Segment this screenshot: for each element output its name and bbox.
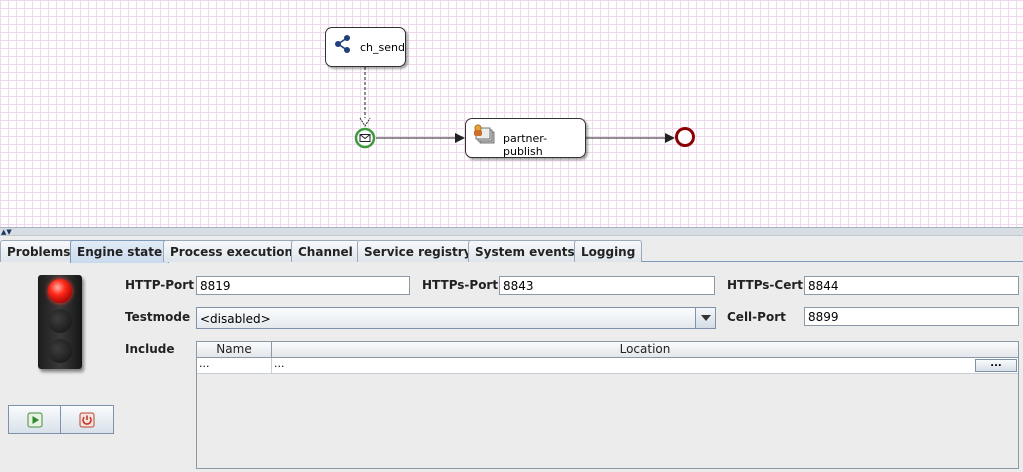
column-header-location[interactable]: Location <box>272 342 1018 358</box>
panel-splitter[interactable]: ▲▼ <box>0 227 1023 236</box>
name-cell[interactable]: ... <box>197 358 272 373</box>
https-port-field[interactable] <box>499 276 715 295</box>
table-header: Name Location <box>197 342 1018 358</box>
chevron-down-icon[interactable] <box>695 308 715 328</box>
column-header-name[interactable]: Name <box>197 342 272 358</box>
message-start-event-icon[interactable] <box>354 127 376 149</box>
table-row[interactable]: ... ... ... <box>197 358 1018 374</box>
engine-status-traffic-light <box>38 275 82 369</box>
red-lamp <box>48 279 72 303</box>
https-cert-label: HTTPs-Cert <box>727 278 803 292</box>
https-cert-field[interactable] <box>804 276 1019 295</box>
http-port-label: HTTP-Port <box>125 278 194 292</box>
tab-engine-state[interactable]: Engine state <box>70 240 170 263</box>
node-label: ch_send <box>360 41 405 54</box>
node-label: partner-publish <box>503 132 548 158</box>
tab-system-events[interactable]: System events <box>468 240 582 262</box>
location-cell[interactable]: ... <box>272 358 972 373</box>
tab-process-execution[interactable]: Process execution <box>163 240 300 262</box>
diagram-edges <box>359 67 675 143</box>
include-label: Include <box>125 342 175 356</box>
association-arrow <box>359 117 371 127</box>
start-engine-button[interactable] <box>8 405 61 434</box>
collapse-arrows-icon[interactable]: ▲▼ <box>1 228 12 236</box>
tab-logging[interactable]: Logging <box>574 240 643 262</box>
channel-send-node[interactable]: ch_send <box>325 27 406 67</box>
tab-bar: Problems Engine state Process execution … <box>0 238 1023 263</box>
https-port-label: HTTPs-Port <box>422 278 499 292</box>
service-task-icon <box>474 124 495 144</box>
tab-channel[interactable]: Channel <box>291 240 360 262</box>
cell-port-label: Cell-Port <box>727 310 786 324</box>
browse-button[interactable]: ... <box>975 359 1017 372</box>
tab-service-registry[interactable]: Service registry <box>357 240 479 262</box>
green-lamp <box>48 339 72 363</box>
engine-state-panel: HTTP-Port HTTPs-Port HTTPs-Cert Testmode… <box>0 263 1023 472</box>
end-event-icon[interactable] <box>674 126 696 148</box>
include-table[interactable]: Name Location ... ... ... <box>196 341 1019 469</box>
play-icon <box>27 412 42 427</box>
stop-engine-button[interactable] <box>61 405 114 434</box>
cell-port-field[interactable] <box>804 307 1019 326</box>
tab-problems[interactable]: Problems <box>0 240 78 262</box>
power-icon <box>79 412 95 427</box>
partner-publish-node[interactable]: partner-publish <box>465 118 586 158</box>
testmode-selected-value: <disabled> <box>200 312 271 326</box>
testmode-label: Testmode <box>125 310 191 324</box>
yellow-lamp <box>48 309 72 333</box>
process-diagram-canvas[interactable]: ch_send partner-publish <box>0 0 1023 227</box>
testmode-dropdown[interactable]: <disabled> <box>196 307 716 329</box>
share-icon <box>335 35 350 53</box>
http-port-field[interactable] <box>196 276 410 295</box>
engine-control-buttons <box>8 405 114 434</box>
